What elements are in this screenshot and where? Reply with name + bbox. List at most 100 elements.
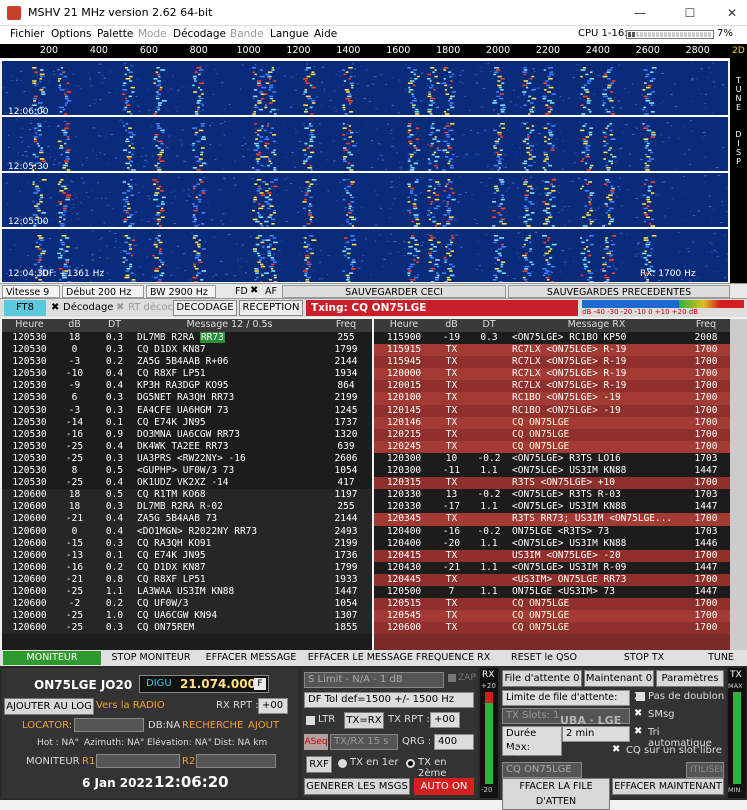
queue-tab[interactable]: File d'attente 0	[502, 670, 582, 687]
auto-on-button[interactable]: AUTO ON	[414, 778, 474, 795]
rx-frequency-row[interactable]: 120415TXUS3IM <ON75LGE> -201700	[374, 550, 730, 562]
rx-frequency-row[interactable]: 120330-171.1<ON75LGE> US3IM KN881447	[374, 501, 730, 513]
cq-slot-check-icon[interactable]: ✖	[612, 744, 620, 755]
band-activity-row[interactable]: 120600-210.8CQ R8XF LP511933	[2, 574, 372, 586]
clear-now-button[interactable]: EFFACER MAINTENANT	[612, 778, 724, 795]
rx-frequency-row[interactable]: 120515TXCQ ON75LGE1700	[374, 598, 730, 610]
waterfall-display[interactable]: 12:06:00 12:05:30 12:05:00 12:04:30 DF: …	[2, 59, 728, 282]
close-button[interactable]: ✕	[722, 4, 742, 22]
rx-frequency-row[interactable]: 120600TXCQ ON75LGE1700	[374, 622, 730, 634]
band-activity-row[interactable]: 120530180.3DL7MB R2RA RR73255	[2, 332, 372, 344]
aseq-button[interactable]: ASeq	[304, 734, 328, 750]
add-to-log-button[interactable]: AJOUTER AU LOG	[4, 698, 94, 715]
decodage-button[interactable]: DECODAGE	[173, 300, 237, 316]
r1-input[interactable]	[96, 754, 180, 768]
smsg-check-icon[interactable]: ✖	[634, 708, 642, 719]
rx-frequency-row[interactable]: 120015TXRC7LX <ON75LGE> R-191700	[374, 380, 730, 392]
zap-checkbox[interactable]	[448, 674, 456, 682]
rxf-button[interactable]: RXF	[306, 756, 332, 773]
rx-frequency-list[interactable]: Heure dB DT Message RX Freq 115900-190.3…	[374, 319, 730, 650]
tx-meter-bar[interactable]	[733, 692, 741, 784]
band-activity-row[interactable]: 120530-250.4OK1UDZ VK2XZ -14417	[2, 477, 372, 489]
band-activity-row[interactable]: 120600-210.4ZA5G 5B4AAB 732144	[2, 513, 372, 525]
band-activity-row[interactable]: 120530-160.9DO3MNA UA6CGW RR731320	[2, 429, 372, 441]
rx-frequency-row[interactable]: 120146TXCQ ON75LGE1700	[374, 417, 730, 429]
vitesse-spinner[interactable]: Vitesse 9	[2, 285, 60, 298]
list-scrollbar[interactable]	[730, 319, 747, 650]
band-activity-row[interactable]: 120600-150.3CQ RA3QH KO912199	[2, 538, 372, 550]
band-activity-row[interactable]: 120600-251.1LA3WAA US3IM KN881447	[2, 586, 372, 598]
band-activity-row[interactable]: 120530-30.3EA4CFE UA6HGM 731245	[2, 405, 372, 417]
freq-f-button[interactable]: F	[254, 678, 266, 690]
band-activity-row[interactable]: 120600-250.3CQ ON75REM1855	[2, 622, 372, 634]
band-activity-row[interactable]: 120600-251.0CQ UA6CGW KN941307	[2, 610, 372, 622]
af-check-icon[interactable]: ✖	[250, 285, 258, 296]
band-activity-row[interactable]: 120600180.5CQ R1TM KO681197	[2, 489, 372, 501]
rx-frequency-row[interactable]: 120100TXRC1BO <ON75LGE> -191700	[374, 392, 730, 404]
stop-tx-button[interactable]: STOP TX	[593, 651, 695, 665]
rx-frequency-row[interactable]: 120145TXRC1BO <ON75LGE> -191700	[374, 405, 730, 417]
maximize-button[interactable]: ☐	[680, 4, 700, 22]
band-activity-row[interactable]: 120530-30.2ZA5G 5B4AAB R+062144	[2, 356, 372, 368]
mode-2d-label[interactable]: 2D	[730, 44, 747, 56]
tri-check-icon[interactable]: ✖	[634, 726, 642, 737]
af-checkbox[interactable]: AF	[262, 285, 280, 298]
rx-frequency-row[interactable]: 120315TXR3TS <ON75LGE> +101700	[374, 477, 730, 489]
band-activity-row[interactable]: 12053000.3CQ D1DX KN871799	[2, 344, 372, 356]
band-activity-row[interactable]: 120530-250.4DK4WK TA2EE RR73639	[2, 441, 372, 453]
mode-ft8-button[interactable]: FT8	[4, 300, 46, 316]
band-activity-row[interactable]: 120530-100.4CQ R8XF LP511934	[2, 368, 372, 380]
r2-input[interactable]	[196, 754, 276, 768]
band-activity-row[interactable]: 120600-130.1CQ E74K JN951736	[2, 550, 372, 562]
menu-fichier[interactable]: Fichier	[10, 28, 44, 40]
locator-input[interactable]	[74, 718, 144, 732]
tx-second-radio[interactable]	[406, 759, 415, 768]
band-activity-row[interactable]: 12053060.3DG5NET RA3QH RR732199	[2, 392, 372, 404]
txrx-period-field[interactable]: TX/RX 15 s	[330, 734, 398, 750]
fd-checkbox[interactable]: FD	[232, 285, 251, 298]
tx-rpt-value[interactable]: +00	[430, 712, 460, 728]
save-this-button[interactable]: SAUVEGARDER CECI	[282, 285, 506, 298]
rx-frequency-row[interactable]: 120300-111.1<ON75LGE> US3IM KN881447	[374, 465, 730, 477]
rx-frequency-row[interactable]: 120430-211.1<ON75LGE> US3IM R-091447	[374, 562, 730, 574]
reception-button[interactable]: RECEPTION	[239, 300, 303, 316]
bw-spinner[interactable]: BW 2900 Hz	[146, 285, 216, 298]
rx-frequency-row[interactable]: 120245TXCQ ON75LGE1700	[374, 441, 730, 453]
params-tab[interactable]: Paramètres	[656, 670, 724, 687]
rx-frequency-row[interactable]: 115915TXRC7LX <ON75LGE> R-191700	[374, 344, 730, 356]
decode-check-icon[interactable]: ✖	[51, 302, 59, 313]
ltr-checkbox[interactable]	[306, 716, 315, 725]
vers-radio-label[interactable]: Vers la RADIO	[96, 700, 165, 711]
reset-qso-button[interactable]: RESET le QSO	[497, 651, 591, 665]
recherche-button[interactable]: RECHERCHE	[182, 720, 243, 731]
effacer-freq-rx-button[interactable]: EFFACER LE MESSAGE FREQUENCE RX	[303, 651, 495, 665]
rx-frequency-row[interactable]: 120545TXCQ ON75LGE1700	[374, 610, 730, 622]
rx-frequency-row[interactable]: 12030010-0.2<ON75LGE> R3TS LO161703	[374, 453, 730, 465]
generate-msgs-button[interactable]: GENERER LES MSGS	[304, 778, 410, 795]
tune-button[interactable]: TUNE	[697, 651, 745, 665]
band-activity-row[interactable]: 120530-90.4KP3H RA3DGP KO95864	[2, 380, 372, 392]
effacer-message-button[interactable]: EFFACER MESSAGE	[200, 651, 302, 665]
rx-frequency-row[interactable]: 120400-201.1<ON75LGE> US3IM KN881446	[374, 538, 730, 550]
menu-aide[interactable]: Aide	[314, 28, 337, 40]
rx-frequency-row[interactable]: 120445TX<US3IM> ON75LGE RR731700	[374, 574, 730, 586]
band-activity-list[interactable]: Heure dB DT Message 12 / 0.5s Freq 12053…	[2, 319, 372, 650]
rx-frequency-row[interactable]: 120345TXR3TS RR73; US3IM <ON75LGE...1700	[374, 513, 730, 525]
band-activity-row[interactable]: 120600-20.2CQ UF0W/31054	[2, 598, 372, 610]
menu-langue[interactable]: Langue	[270, 28, 309, 40]
rx-frequency-row[interactable]: 120000TXRC7LX <ON75LGE> R-191700	[374, 368, 730, 380]
no-duplicate-checkbox[interactable]	[636, 692, 645, 701]
rx-frequency-row[interactable]: 115945TXRC7LX <ON75LGE> R-191700	[374, 356, 730, 368]
menu-options[interactable]: Options	[51, 28, 92, 40]
s-limit-field[interactable]: S Limit - N/A - 1 dB	[304, 672, 444, 688]
decodage-checkbox[interactable]: Décodage	[63, 302, 113, 313]
rx-frequency-row[interactable]: 12033013-0.2<ON75LGE> R3TS R-031703	[374, 489, 730, 501]
band-activity-row[interactable]: 120600-160.2CQ D1DX KN871799	[2, 562, 372, 574]
df-tol-field[interactable]: DF Tol def=1500 +/- 1500 Hz	[304, 692, 474, 708]
debut-spinner[interactable]: Début 200 Hz	[62, 285, 144, 298]
band-activity-row[interactable]: 120530-250.3UA3PRS <RW22NY> -162606	[2, 453, 372, 465]
clear-queue-button[interactable]: FFACER LA FILE D'ATTEN	[502, 778, 610, 810]
minimize-button[interactable]: —	[630, 4, 650, 22]
cq-message-field[interactable]: CQ ON75LGE	[502, 762, 582, 778]
rx-frequency-row[interactable]: 12050071.1ON75LGE <US3IM> 731447	[374, 586, 730, 598]
